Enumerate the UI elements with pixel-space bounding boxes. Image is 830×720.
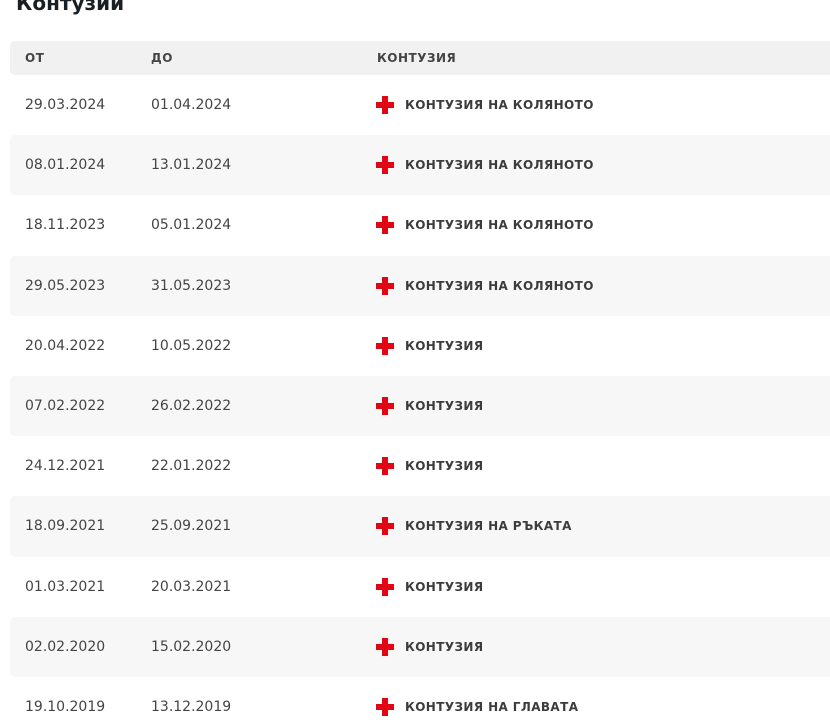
header-to: ДО — [151, 51, 173, 65]
cell-from: 07.02.2022 — [25, 398, 106, 415]
cell-to: 20.03.2021 — [151, 578, 232, 595]
cell-injury: КОНТУЗИЯ НА КОЛЯНОТО — [376, 156, 594, 175]
cell-injury: КОНТУЗИЯ — [376, 457, 484, 476]
table-row: 08.01.2024 13.01.2024 КОНТУЗИЯ НА КОЛЯНО… — [10, 135, 830, 196]
cell-to: 10.05.2022 — [151, 337, 232, 354]
cell-from: 29.03.2024 — [25, 97, 106, 114]
table-row: 20.04.2022 10.05.2022 КОНТУЗИЯ — [10, 316, 830, 376]
cell-injury: КОНТУЗИЯ НА ГЛАВАТА — [376, 697, 579, 716]
injury-label: КОНТУЗИЯ НА РЪКАТА — [405, 519, 572, 534]
cell-from: 24.12.2021 — [25, 458, 106, 475]
table-row: 19.10.2019 13.12.2019 КОНТУЗИЯ НА ГЛАВАТ… — [10, 677, 830, 720]
cell-injury: КОНТУЗИЯ НА РЪКАТА — [376, 517, 572, 536]
red-cross-icon — [376, 276, 394, 295]
table-row: 29.03.2024 01.04.2024 КОНТУЗИЯ НА КОЛЯНО… — [10, 75, 830, 135]
red-cross-icon — [376, 96, 394, 115]
red-cross-icon — [376, 336, 394, 355]
cell-from: 18.11.2023 — [25, 217, 106, 234]
cell-injury: КОНТУЗИЯ НА КОЛЯНОТО — [376, 96, 594, 115]
cell-to: 22.01.2022 — [151, 458, 232, 475]
table-body: 29.03.2024 01.04.2024 КОНТУЗИЯ НА КОЛЯНО… — [10, 75, 830, 720]
header-injury: КОНТУЗИЯ — [377, 51, 457, 65]
cell-to: 13.01.2024 — [151, 157, 232, 174]
table-row: 01.03.2021 20.03.2021 КОНТУЗИЯ — [10, 557, 830, 617]
injury-label: КОНТУЗИЯ — [405, 338, 484, 353]
cell-from: 20.04.2022 — [25, 337, 106, 354]
red-cross-icon — [376, 457, 394, 476]
injury-label: КОНТУЗИЯ — [405, 399, 484, 414]
cell-from: 02.02.2020 — [25, 638, 106, 655]
injury-label: КОНТУЗИЯ НА КОЛЯНОТО — [405, 218, 594, 233]
cell-from: 19.10.2019 — [25, 698, 106, 715]
red-cross-icon — [376, 397, 394, 416]
injury-label: КОНТУЗИЯ НА ГЛАВАТА — [405, 699, 579, 714]
cell-injury: КОНТУЗИЯ НА КОЛЯНОТО — [376, 276, 594, 295]
table-row: 07.02.2022 26.02.2022 КОНТУЗИЯ — [10, 375, 830, 437]
red-cross-icon — [376, 697, 394, 716]
cell-from: 01.03.2021 — [25, 578, 106, 595]
cell-to: 15.02.2020 — [151, 638, 232, 655]
red-cross-icon — [376, 637, 394, 656]
table-row: 18.09.2021 25.09.2021 КОНТУЗИЯ НА РЪКАТА — [10, 496, 830, 557]
table-row: 02.02.2020 15.02.2020 КОНТУЗИЯ — [10, 616, 830, 677]
cell-to: 01.04.2024 — [151, 97, 232, 114]
cell-injury: КОНТУЗИЯ — [376, 336, 484, 355]
header-from: ОТ — [25, 51, 45, 65]
cell-to: 13.12.2019 — [151, 698, 232, 715]
red-cross-icon — [376, 156, 394, 175]
injuries-section: Контузии ОТ ДО КОНТУЗИЯ 29.03.2024 01.04… — [0, 0, 830, 720]
injury-label: КОНТУЗИЯ — [405, 459, 484, 474]
injury-label: КОНТУЗИЯ — [405, 579, 484, 594]
injury-label: КОНТУЗИЯ НА КОЛЯНОТО — [405, 158, 594, 173]
injury-label: КОНТУЗИЯ — [405, 639, 484, 654]
section-title: Контузии — [16, 0, 125, 15]
cell-injury: КОНТУЗИЯ НА КОЛЯНОТО — [376, 216, 594, 235]
cell-injury: КОНТУЗИЯ — [376, 577, 484, 596]
red-cross-icon — [376, 517, 394, 536]
cell-to: 05.01.2024 — [151, 217, 232, 234]
table-row: 24.12.2021 22.01.2022 КОНТУЗИЯ — [10, 436, 830, 496]
injuries-table: ОТ ДО КОНТУЗИЯ 29.03.2024 01.04.2024 КОН… — [10, 41, 830, 720]
cell-to: 26.02.2022 — [151, 398, 232, 415]
cell-injury: КОНТУЗИЯ — [376, 397, 484, 416]
cell-from: 18.09.2021 — [25, 518, 106, 535]
table-row: 18.11.2023 05.01.2024 КОНТУЗИЯ НА КОЛЯНО… — [10, 195, 830, 255]
cell-from: 08.01.2024 — [25, 157, 106, 174]
cell-to: 25.09.2021 — [151, 518, 232, 535]
table-header: ОТ ДО КОНТУЗИЯ — [10, 41, 830, 75]
table-row: 29.05.2023 31.05.2023 КОНТУЗИЯ НА КОЛЯНО… — [10, 255, 830, 316]
cell-from: 29.05.2023 — [25, 277, 106, 294]
cell-to: 31.05.2023 — [151, 277, 232, 294]
injury-label: КОНТУЗИЯ НА КОЛЯНОТО — [405, 98, 594, 113]
red-cross-icon — [376, 577, 394, 596]
injury-label: КОНТУЗИЯ НА КОЛЯНОТО — [405, 278, 594, 293]
red-cross-icon — [376, 216, 394, 235]
cell-injury: КОНТУЗИЯ — [376, 637, 484, 656]
